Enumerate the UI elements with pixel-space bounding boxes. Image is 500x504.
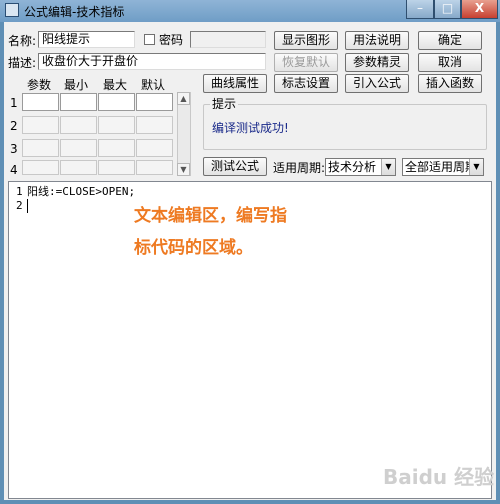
chevron-down-icon[interactable]: ▼ (381, 159, 395, 175)
param-header-max: 最大 (103, 78, 128, 92)
curve-props-button[interactable]: 曲线属性 (203, 74, 267, 93)
minimize-button[interactable]: – (406, 0, 434, 19)
param-wizard-button[interactable]: 参数精灵 (345, 53, 409, 72)
hint-title: 提示 (210, 97, 239, 111)
test-formula-button[interactable]: 测试公式 (203, 157, 267, 176)
hint-message: 编译测试成功! (212, 121, 289, 135)
param-row-number: 3 (10, 142, 18, 156)
maximize-button[interactable]: □ (434, 0, 461, 19)
param-header-name: 参数 (27, 78, 52, 92)
line-number: 1 (16, 185, 23, 198)
password-label: 密码 (159, 33, 184, 47)
param-min-cell[interactable] (60, 116, 97, 134)
period-scope-value: 全部适用周期 (405, 160, 478, 174)
name-label: 名称: (8, 34, 37, 48)
param-default-cell[interactable] (136, 139, 173, 157)
param-name-cell[interactable] (22, 160, 59, 175)
param-max-cell[interactable] (98, 93, 135, 111)
param-row-number: 4 (10, 163, 18, 177)
app-icon (5, 3, 19, 17)
confirm-button[interactable]: 确定 (418, 31, 482, 50)
close-button[interactable]: X (461, 0, 498, 19)
param-row-number: 1 (10, 96, 18, 110)
scroll-down-icon[interactable]: ▼ (177, 163, 190, 176)
scroll-up-icon[interactable]: ▲ (177, 92, 190, 105)
param-max-cell[interactable] (98, 160, 135, 175)
param-min-cell[interactable] (60, 139, 97, 157)
editor-annotation: 文本编辑区，编写指 (134, 206, 287, 226)
period-label: 适用周期: (273, 161, 326, 175)
param-default-cell[interactable] (136, 160, 173, 175)
param-max-cell[interactable] (98, 139, 135, 157)
param-min-cell[interactable] (60, 160, 97, 175)
code-line[interactable]: 阳线:=CLOSE>OPEN; (27, 185, 135, 199)
show-graph-button[interactable]: 显示图形 (274, 31, 338, 50)
watermark-logo: Baidu 经验 (383, 465, 495, 489)
title-bar[interactable]: 公式编辑-技术指标 – □ X (0, 0, 500, 22)
chevron-down-icon[interactable]: ▼ (469, 159, 483, 175)
text-cursor (27, 199, 28, 213)
param-name-cell[interactable] (22, 93, 59, 111)
period-type-value: 技术分析 (328, 160, 377, 174)
param-name-cell[interactable] (22, 139, 59, 157)
description-input[interactable]: 收盘价大于开盘价 (38, 53, 266, 70)
line-gutter (9, 182, 25, 498)
insert-function-button[interactable]: 插入函数 (418, 74, 482, 93)
line-number: 2 (16, 199, 23, 212)
param-header-min: 最小 (64, 78, 89, 92)
password-checkbox[interactable] (144, 34, 155, 45)
param-min-cell[interactable] (60, 93, 97, 111)
cancel-button[interactable]: 取消 (418, 53, 482, 72)
param-default-cell[interactable] (136, 116, 173, 134)
param-default-cell[interactable] (136, 93, 173, 111)
param-name-cell[interactable] (22, 116, 59, 134)
description-label: 描述: (8, 56, 37, 70)
restore-default-button[interactable]: 恢复默认 (274, 53, 338, 72)
password-input[interactable] (190, 31, 266, 48)
flag-settings-button[interactable]: 标志设置 (274, 74, 338, 93)
name-input[interactable]: 阳线提示 (38, 31, 135, 48)
window-title: 公式编辑-技术指标 (24, 5, 125, 19)
import-formula-button[interactable]: 引入公式 (345, 74, 409, 93)
editor-annotation: 标代码的区域。 (134, 238, 253, 258)
usage-button[interactable]: 用法说明 (345, 31, 409, 50)
param-max-cell[interactable] (98, 116, 135, 134)
param-row-number: 2 (10, 119, 18, 133)
param-header-default: 默认 (141, 78, 166, 92)
